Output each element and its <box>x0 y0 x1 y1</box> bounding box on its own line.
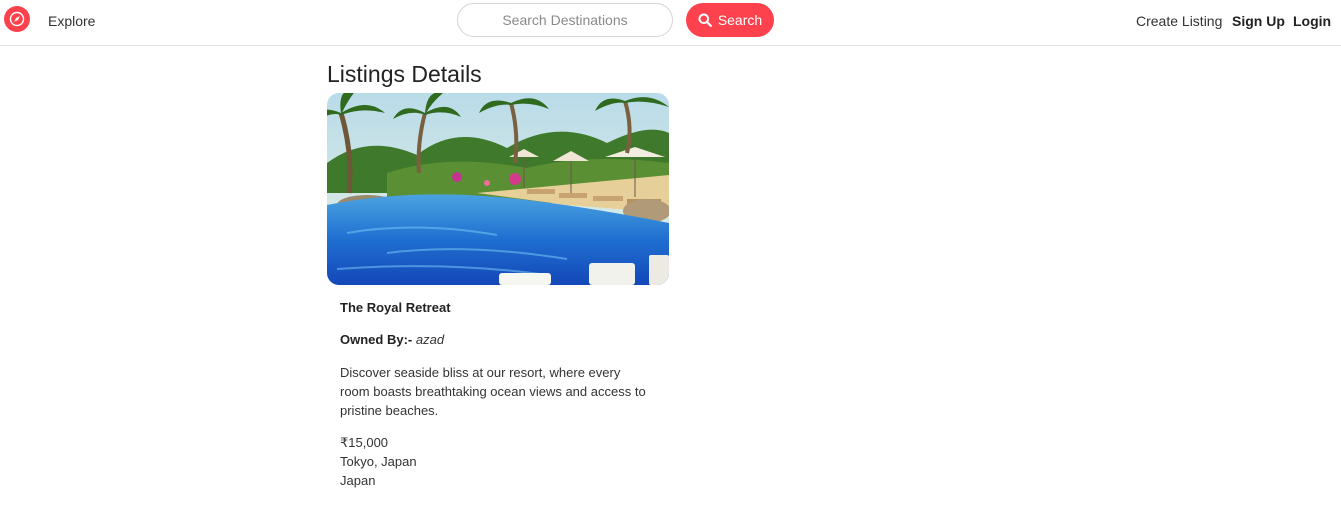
search-button-label: Search <box>717 12 763 28</box>
nav-login-link[interactable]: Login <box>1293 12 1331 30</box>
listing-title: The Royal Retreat <box>340 300 451 315</box>
navbar: Explore Search Create Listing Sign Up Lo… <box>0 0 1341 46</box>
compass-icon <box>9 11 25 27</box>
listing-image <box>327 93 669 285</box>
search-input[interactable] <box>457 3 673 37</box>
listing-meta: ₹15,000 Tokyo, Japan Japan <box>340 433 660 490</box>
nav-explore-link[interactable]: Explore <box>48 12 95 30</box>
brand-logo-link[interactable] <box>4 6 30 32</box>
owner-name: azad <box>415 332 445 347</box>
listing-description: Discover seaside bliss at our resort, wh… <box>340 365 646 418</box>
listing-country: Japan <box>340 473 376 488</box>
page-title: Listings Details <box>327 61 482 87</box>
nav-signup-link[interactable]: Sign Up <box>1232 12 1285 30</box>
nav-create-listing-link[interactable]: Create Listing <box>1136 12 1222 30</box>
owner-label: Owned By:- <box>340 332 413 347</box>
listing-owner: Owned By:- azad <box>340 331 660 349</box>
listing-price: ₹15,000 <box>340 435 389 450</box>
search-icon <box>698 13 712 27</box>
listing-location: Tokyo, Japan <box>340 454 417 469</box>
listing-card-body: The Royal Retreat Owned By:- azad Discov… <box>340 299 660 490</box>
search-button[interactable]: Search <box>686 3 774 37</box>
